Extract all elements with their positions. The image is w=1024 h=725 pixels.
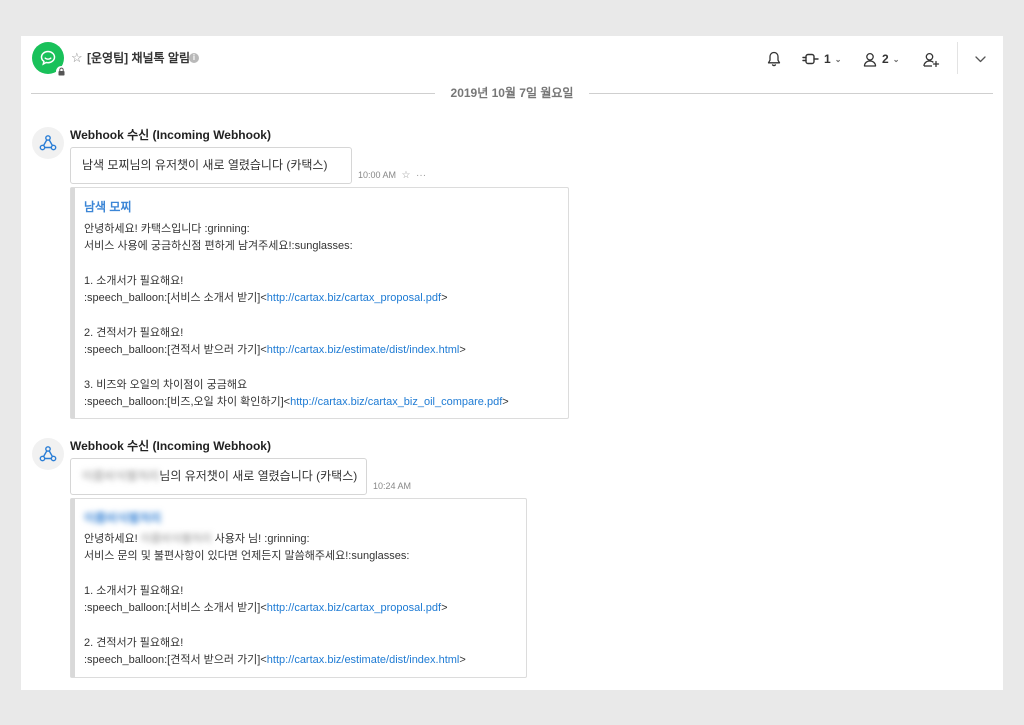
attachment-line: 2. 견적서가 필요해요! bbox=[84, 637, 184, 649]
chevron-down-icon: ⌄ bbox=[892, 54, 900, 64]
message-text: 님의 유저챗이 새로 열렸습니다 (카택스) bbox=[159, 469, 358, 483]
attachment-title[interactable]: 남색 모찌 bbox=[84, 200, 132, 214]
chat-bubble-icon bbox=[40, 50, 56, 66]
lock-badge bbox=[56, 66, 67, 77]
estimate-link[interactable]: http://cartax.biz/estimate/dist/index.ht… bbox=[267, 344, 460, 356]
members-count: 2 bbox=[882, 52, 889, 66]
star-icon[interactable]: ☆ bbox=[402, 170, 411, 181]
attachment-line: :speech_balloon:[견적서 받으러 가기]<http://cart… bbox=[84, 344, 466, 357]
redacted-name: 이름비식별처리 bbox=[140, 533, 212, 545]
attachment-line: 안녕하세요! 카택스입니다 :grinning: bbox=[84, 223, 250, 235]
info-icon[interactable]: i bbox=[189, 53, 199, 63]
time-label: 10:00 AM bbox=[358, 170, 397, 180]
attachment-title[interactable]: 이름비식별처리 bbox=[84, 511, 161, 525]
attachment-line: 2. 견적서가 필요해요! bbox=[84, 327, 184, 339]
estimate-link[interactable]: http://cartax.biz/estimate/dist/index.ht… bbox=[267, 654, 460, 666]
lock-icon bbox=[58, 67, 65, 76]
greeting-prefix: 안녕하세요! bbox=[84, 533, 141, 545]
attachment-line: 1. 소개서가 필요해요! bbox=[84, 585, 184, 597]
chevron-down-icon: ⌄ bbox=[834, 54, 842, 64]
proposal-link[interactable]: http://cartax.biz/cartax_proposal.pdf bbox=[267, 292, 441, 304]
members-button[interactable]: 2 ⌄ bbox=[863, 48, 899, 70]
link-suffix: > bbox=[441, 292, 448, 304]
link-prefix: :speech_balloon:[비즈,오일 차이 확인하기]< bbox=[84, 396, 291, 408]
bot-avatar[interactable] bbox=[32, 127, 64, 159]
attachment-line: 안녕하세요! 이름비식별처리 사용자 님! :grinning: bbox=[84, 533, 310, 546]
integrations-button[interactable]: 1 ⌄ bbox=[802, 48, 841, 70]
greeting-suffix: 사용자 님! :grinning: bbox=[211, 533, 310, 545]
link-prefix: :speech_balloon:[견적서 받으러 가기]< bbox=[84, 344, 267, 356]
proposal-link[interactable]: http://cartax.biz/cartax_proposal.pdf bbox=[267, 602, 441, 614]
plug-icon bbox=[802, 53, 819, 65]
link-suffix: > bbox=[459, 654, 466, 666]
sender-name: Webhook 수신 (Incoming Webhook) bbox=[70, 439, 271, 453]
bot-avatar[interactable] bbox=[32, 438, 64, 470]
link-prefix: :speech_balloon:[견적서 받으러 가기]< bbox=[84, 654, 267, 666]
attachment-line: 1. 소개서가 필요해요! bbox=[84, 275, 184, 287]
bell-icon bbox=[767, 51, 781, 67]
add-user-icon bbox=[923, 52, 940, 67]
link-suffix: > bbox=[502, 396, 509, 408]
invite-member-button[interactable] bbox=[923, 48, 940, 70]
message-time: 10:24 AM bbox=[373, 480, 411, 492]
attachment-line: :speech_balloon:[서비스 소개서 받기]<http://cart… bbox=[84, 292, 448, 305]
attachment-bar bbox=[71, 188, 75, 418]
integrations-count: 1 bbox=[824, 52, 831, 66]
notifications-button[interactable] bbox=[767, 48, 781, 70]
redacted-name: 이름비식별처리 bbox=[82, 469, 160, 483]
message-attachment: 이름비식별처리 안녕하세요! 이름비식별처리 사용자 님! :grinning:… bbox=[70, 498, 527, 678]
attachment-line: 3. 비즈와 오일의 차이점이 궁금해요 bbox=[84, 379, 248, 391]
star-icon[interactable]: ☆ bbox=[71, 51, 83, 65]
date-divider-line bbox=[31, 93, 435, 94]
link-prefix: :speech_balloon:[서비스 소개서 받기]< bbox=[84, 602, 267, 614]
time-label: 10:24 AM bbox=[373, 481, 412, 491]
message-time: 10:00 AM ☆ ··· bbox=[358, 169, 426, 182]
message-bubble[interactable]: 이름비식별처리님의 유저챗이 새로 열렸습니다 (카택스) bbox=[70, 458, 367, 495]
attachment-line: 서비스 사용에 궁금하신점 편하게 남겨주세요!:sunglasses: bbox=[84, 240, 353, 252]
link-prefix: :speech_balloon:[서비스 소개서 받기]< bbox=[84, 292, 267, 304]
compare-link[interactable]: http://cartax.biz/cartax_biz_oil_compare… bbox=[290, 396, 502, 408]
attachment-line: :speech_balloon:[견적서 받으러 가기]<http://cart… bbox=[84, 654, 466, 667]
message-text: 남색 모찌님의 유저챗이 새로 열렸습니다 (카택스) bbox=[82, 158, 328, 172]
date-divider: 2019년 10월 7일 월요일 bbox=[450, 86, 574, 100]
sender-name: Webhook 수신 (Incoming Webhook) bbox=[70, 128, 271, 142]
message-attachment: 남색 모찌 안녕하세요! 카택스입니다 :grinning: 서비스 사용에 궁… bbox=[70, 187, 569, 419]
link-suffix: > bbox=[459, 344, 466, 356]
chevron-down-icon bbox=[975, 55, 986, 62]
more-actions-icon[interactable]: ··· bbox=[416, 170, 426, 181]
link-suffix: > bbox=[441, 602, 448, 614]
channel-header: ☆ [운영팀] 채널톡 알림 i 1 ⌄ 2 ⌄ bbox=[21, 36, 1003, 82]
webhook-icon bbox=[39, 135, 57, 151]
attachment-line: :speech_balloon:[서비스 소개서 받기]<http://cart… bbox=[84, 602, 448, 615]
webhook-icon bbox=[39, 446, 57, 462]
chat-panel: ☆ [운영팀] 채널톡 알림 i 1 ⌄ 2 ⌄ 2019년 10월 7일 월요… bbox=[21, 36, 1003, 690]
attachment-line: 서비스 문의 및 불편사항이 있다면 언제든지 말씀해주세요!:sunglass… bbox=[84, 550, 410, 562]
date-divider-line bbox=[589, 93, 993, 94]
attachment-bar bbox=[71, 499, 75, 677]
message-bubble[interactable]: 남색 모찌님의 유저챗이 새로 열렸습니다 (카택스) bbox=[70, 147, 352, 184]
attachment-line: :speech_balloon:[비즈,오일 차이 확인하기]<http://c… bbox=[84, 396, 509, 409]
user-icon bbox=[863, 52, 877, 67]
more-options-button[interactable] bbox=[975, 48, 986, 70]
channel-title: [운영팀] 채널톡 알림 bbox=[87, 51, 190, 65]
header-divider bbox=[957, 42, 958, 74]
